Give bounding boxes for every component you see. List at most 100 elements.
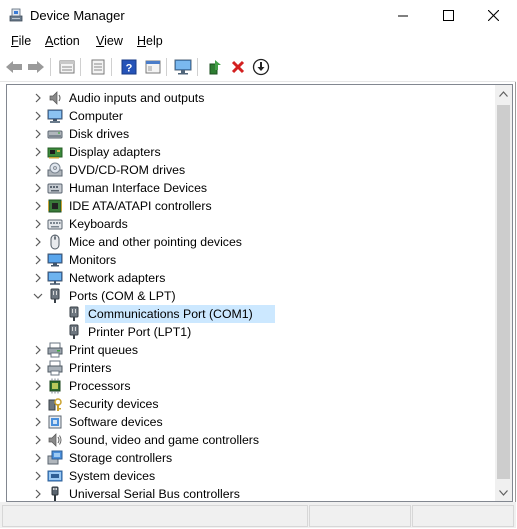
back-button[interactable] [4,57,24,77]
update-driver-button[interactable] [205,57,225,77]
chevron-down-icon[interactable] [32,290,44,302]
update-driver-icon [209,60,221,75]
chevron-right-icon[interactable] [32,164,44,176]
processor-icon [47,378,63,394]
ide-controller-icon [47,198,63,214]
properties-button[interactable] [57,57,77,77]
chevron-right-icon[interactable] [32,272,44,284]
tree-category-item[interactable]: DVD/CD-ROM drives [7,161,493,179]
tree-item-label: Network adapters [69,271,166,285]
help-icon: ? [121,59,137,75]
chevron-right-icon[interactable] [32,452,44,464]
device-manager-window: Device Manager File Action View Help ? A… [0,0,516,528]
tree-category-item[interactable]: System devices [7,467,493,485]
chevron-right-icon[interactable] [32,182,44,194]
scrollbar-thumb[interactable] [497,105,510,479]
tree-category-item[interactable]: Human Interface Devices [7,179,493,197]
view-button[interactable] [143,57,163,77]
window-title: Device Manager [30,8,125,23]
menu-bar: File Action View Help [0,31,516,53]
menu-action[interactable]: Action [45,34,80,48]
chevron-right-icon[interactable] [32,434,44,446]
tree-item-label: Disk drives [69,127,130,141]
tree-item-label: Ports (COM & LPT) [69,289,176,303]
scan-hardware-button[interactable] [173,57,193,77]
tree-category-item[interactable]: Audio inputs and outputs [7,89,493,107]
chevron-right-icon[interactable] [32,92,44,104]
tree-category-item[interactable]: Security devices [7,395,493,413]
uninstall-icon [231,60,245,74]
toolbar-separator [166,58,167,76]
tree-category-item[interactable]: Printers [7,359,493,377]
chevron-right-icon[interactable] [32,146,44,158]
tree-category-item[interactable]: Disk drives [7,125,493,143]
tree-item-label: Keyboards [69,217,128,231]
tree-category-item[interactable]: Storage controllers [7,449,493,467]
chevron-right-icon[interactable] [32,344,44,356]
tree-item-label: Software devices [69,415,163,429]
tree-category-item[interactable]: Print queues [7,341,493,359]
maximize-button[interactable] [425,0,471,31]
tree-category-item[interactable]: Ports (COM & LPT) [7,287,493,305]
install-button[interactable] [251,57,271,77]
chevron-right-icon[interactable] [32,488,44,500]
tree-item-label: Storage controllers [69,451,173,465]
status-cell-middle [309,505,411,527]
tree-category-item[interactable]: Sound, video and game controllers [7,431,493,449]
forward-button[interactable] [26,57,46,77]
tree-category-item[interactable]: Software devices [7,413,493,431]
chevron-right-icon[interactable] [32,200,44,212]
title-bar[interactable]: Device Manager [0,0,516,31]
close-icon [487,10,499,21]
tree-category-item[interactable]: Monitors [7,251,493,269]
install-icon [252,58,270,76]
chevron-right-icon[interactable] [32,398,44,410]
toolbar: ? [0,53,516,82]
scroll-up-button[interactable] [495,85,512,102]
menu-help[interactable]: Help [137,34,163,48]
uninstall-button[interactable] [228,57,248,77]
status-cell-right [412,505,514,527]
scroll-down-button[interactable] [495,484,512,501]
tree-item-label: Computer [69,109,123,123]
print-queue-icon [47,342,63,358]
chevron-right-icon[interactable] [32,380,44,392]
device-tree[interactable]: Audio inputs and outputs Computer Disk dri… [6,84,513,502]
tree-child-item[interactable]: Printer Port (LPT1) [7,323,493,341]
tree-category-item[interactable]: Mice and other pointing devices [7,233,493,251]
chevron-right-icon[interactable] [32,110,44,122]
tree-item-label: Universal Serial Bus controllers [69,487,240,501]
close-button[interactable] [470,0,516,31]
device-list-button[interactable] [88,57,108,77]
minimize-button[interactable] [380,0,426,31]
chevron-right-icon[interactable] [32,470,44,482]
chevron-right-icon[interactable] [32,218,44,230]
properties-icon [59,60,75,74]
tree-item-label: Display adapters [69,145,161,159]
tree-category-item[interactable]: Computer [7,107,493,125]
chevron-down-icon [499,489,508,496]
chevron-right-icon[interactable] [32,128,44,140]
chevron-right-icon[interactable] [32,254,44,266]
tree-category-item[interactable]: Universal Serial Bus controllers [7,485,493,501]
help-button[interactable]: ? [119,57,139,77]
menu-view[interactable]: View [96,34,123,48]
computer-icon [47,108,63,124]
tree-category-item[interactable]: Keyboards [7,215,493,233]
tree-category-item[interactable]: IDE ATA/ATAPI controllers [7,197,493,215]
tree-child-item[interactable]: Communications Port (COM1) [7,305,493,323]
tree-category-item[interactable]: Display adapters [7,143,493,161]
toolbar-separator [80,58,81,76]
chevron-right-icon[interactable] [32,362,44,374]
tree-item-label: IDE ATA/ATAPI controllers [69,199,212,213]
chevron-right-icon[interactable] [32,236,44,248]
tree-category-item[interactable]: Processors [7,377,493,395]
menu-file[interactable]: File [11,34,31,48]
network-adapter-icon [47,270,63,286]
vertical-scrollbar[interactable] [495,85,512,501]
forward-icon [28,61,44,73]
chevron-right-icon[interactable] [32,416,44,428]
tree-category-item[interactable]: Network adapters [7,269,493,287]
security-device-icon [47,396,63,412]
hid-icon [47,180,63,196]
